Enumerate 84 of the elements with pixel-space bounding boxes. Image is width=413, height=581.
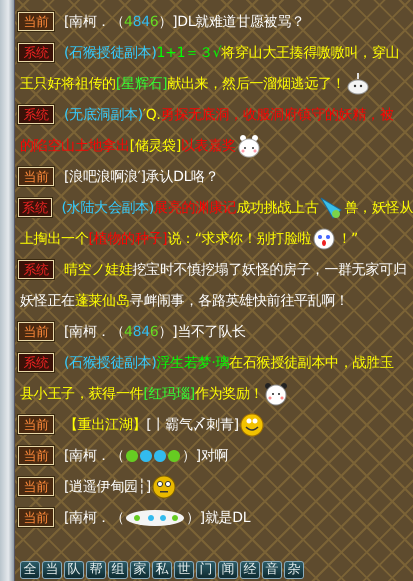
message-text: [南柯．（ — [64, 446, 124, 464]
message-text: ′Q. — [142, 106, 161, 122]
message-text: [储灵袋] — [130, 136, 182, 154]
worried-face-icon — [152, 474, 176, 498]
message-text: [南柯．（ — [64, 508, 124, 526]
channel-tab[interactable]: 经 — [240, 561, 260, 579]
message-text: ）]当不了队长 — [158, 322, 246, 340]
channel-tab[interactable]: 世 — [174, 561, 194, 579]
channel-tab[interactable]: 组 — [108, 561, 128, 579]
message-text: 献出来，然后一溜烟逃远了！ — [167, 74, 346, 92]
message-text: 1+1＝３√ — [156, 44, 222, 62]
channel-tab[interactable]: 家 — [130, 561, 150, 579]
message-text: 的陷空山土地拿出 — [20, 136, 130, 154]
message-text: 展亮的渊康记 — [154, 198, 236, 216]
message-text: [星辉石] — [116, 74, 168, 92]
message-text: (石猴授徒副本) — [64, 44, 157, 62]
message-text: 蓬莱仙岛 — [74, 292, 130, 310]
channel-tab[interactable]: 全 — [20, 561, 40, 579]
message-text: [南柯．（ — [64, 322, 124, 340]
message-text: ）]就是DL — [186, 508, 250, 526]
channel-tag: 当前 — [18, 322, 54, 341]
channel-tab[interactable]: 音 — [262, 561, 282, 579]
crystal-icon — [319, 196, 344, 220]
message-text: 县小王子，获得一件 — [20, 384, 144, 402]
channel-tab[interactable]: 闻 — [218, 561, 238, 579]
message-text: [红玛瑙] — [143, 384, 195, 402]
message-text: 4 — [124, 324, 133, 340]
message-text: [浪吧浪啊浪′]承认DL咯？ — [64, 168, 218, 186]
message-text: ）]DL就难道甘愿被骂？ — [158, 12, 305, 30]
channel-tag: 当前 — [18, 167, 54, 186]
message-text: 寻衅闹事，各路英雄快前往平乱啊！ — [130, 292, 349, 310]
channel-tag: 当前 — [18, 415, 54, 434]
message-text: 勇探无底洞，收服洞府镇守的妖精，被 — [160, 106, 394, 124]
message-text: 兽，妖怪从 — [344, 198, 413, 216]
channel-tag: 当前 — [18, 477, 54, 496]
message-text: [丨霸气〆刺青] — [146, 416, 239, 434]
message-text: 说：“求求你！别打脸啦 — [167, 230, 312, 248]
message-text: [南柯．（ — [64, 12, 124, 30]
message-text: 王只好将祖传的 — [20, 74, 116, 92]
message-text: ）]对啊 — [182, 446, 228, 464]
channel-tag: 系统 — [18, 105, 54, 124]
channel-tab[interactable]: 帮 — [86, 561, 106, 579]
channel-tab[interactable]: 杂 — [284, 561, 304, 579]
panda-icon — [264, 382, 288, 406]
channel-tab[interactable]: 队 — [64, 561, 84, 579]
bunny-icon — [236, 134, 261, 158]
crying-face-icon — [312, 226, 336, 250]
message-text: 4 — [141, 14, 150, 30]
message-text: 作为奖励！ — [194, 384, 264, 402]
sparkles-icon — [124, 508, 185, 528]
channel-tab[interactable]: 私 — [152, 561, 172, 579]
channel-tag: 系统 — [18, 198, 52, 217]
message-text: 在石猴授徒副本中，战胜玉 — [229, 354, 394, 372]
channel-tag: 系统 — [18, 353, 54, 372]
message-text: 成功挑战上古 — [236, 198, 318, 216]
message-text: ！” — [337, 230, 358, 248]
message-text: (无底洞副本) — [64, 106, 143, 124]
ghost-icon — [346, 72, 370, 96]
message-text: 以表嘉奖 — [181, 136, 236, 154]
message-text: 6 — [150, 14, 158, 30]
channel-tab[interactable]: 门 — [196, 561, 216, 579]
message-text: 晴空ノ娃娃 — [64, 260, 133, 278]
channel-tag: 当前 — [18, 508, 54, 527]
message-text: (石猴授徒副本) — [64, 354, 157, 372]
message-text: 上掏出一个 — [20, 230, 89, 248]
message-text: [逍遥伊甸园┆] — [64, 478, 151, 496]
message-text: 将穿山大王揍得嗷嗷叫，穿山 — [221, 44, 400, 62]
channel-tab[interactable]: 当 — [42, 561, 62, 579]
channel-tag: 系统 — [18, 260, 54, 279]
message-text: 4 — [141, 324, 150, 340]
smiley-icon — [240, 412, 264, 436]
message-text: 6 — [150, 324, 158, 340]
message-text: (水陆大会副本) — [62, 198, 154, 216]
message-text: 8 — [132, 324, 142, 340]
channel-tag: 系统 — [18, 43, 54, 62]
message-text: 【重出江湖】 — [64, 416, 146, 434]
channel-tag: 当前 — [18, 12, 54, 31]
message-text: 挖宝时不慎挖塌了妖怪的房子，一群无家可归 — [132, 260, 407, 278]
message-text: 8 — [132, 14, 142, 30]
message-text: [植物的种子] — [88, 230, 168, 248]
message-text: 妖怪正在 — [20, 292, 75, 310]
channel-tag: 当前 — [18, 446, 54, 465]
message-text: 浮生若梦·璃 — [156, 354, 230, 372]
message-text: 4 — [124, 14, 133, 30]
